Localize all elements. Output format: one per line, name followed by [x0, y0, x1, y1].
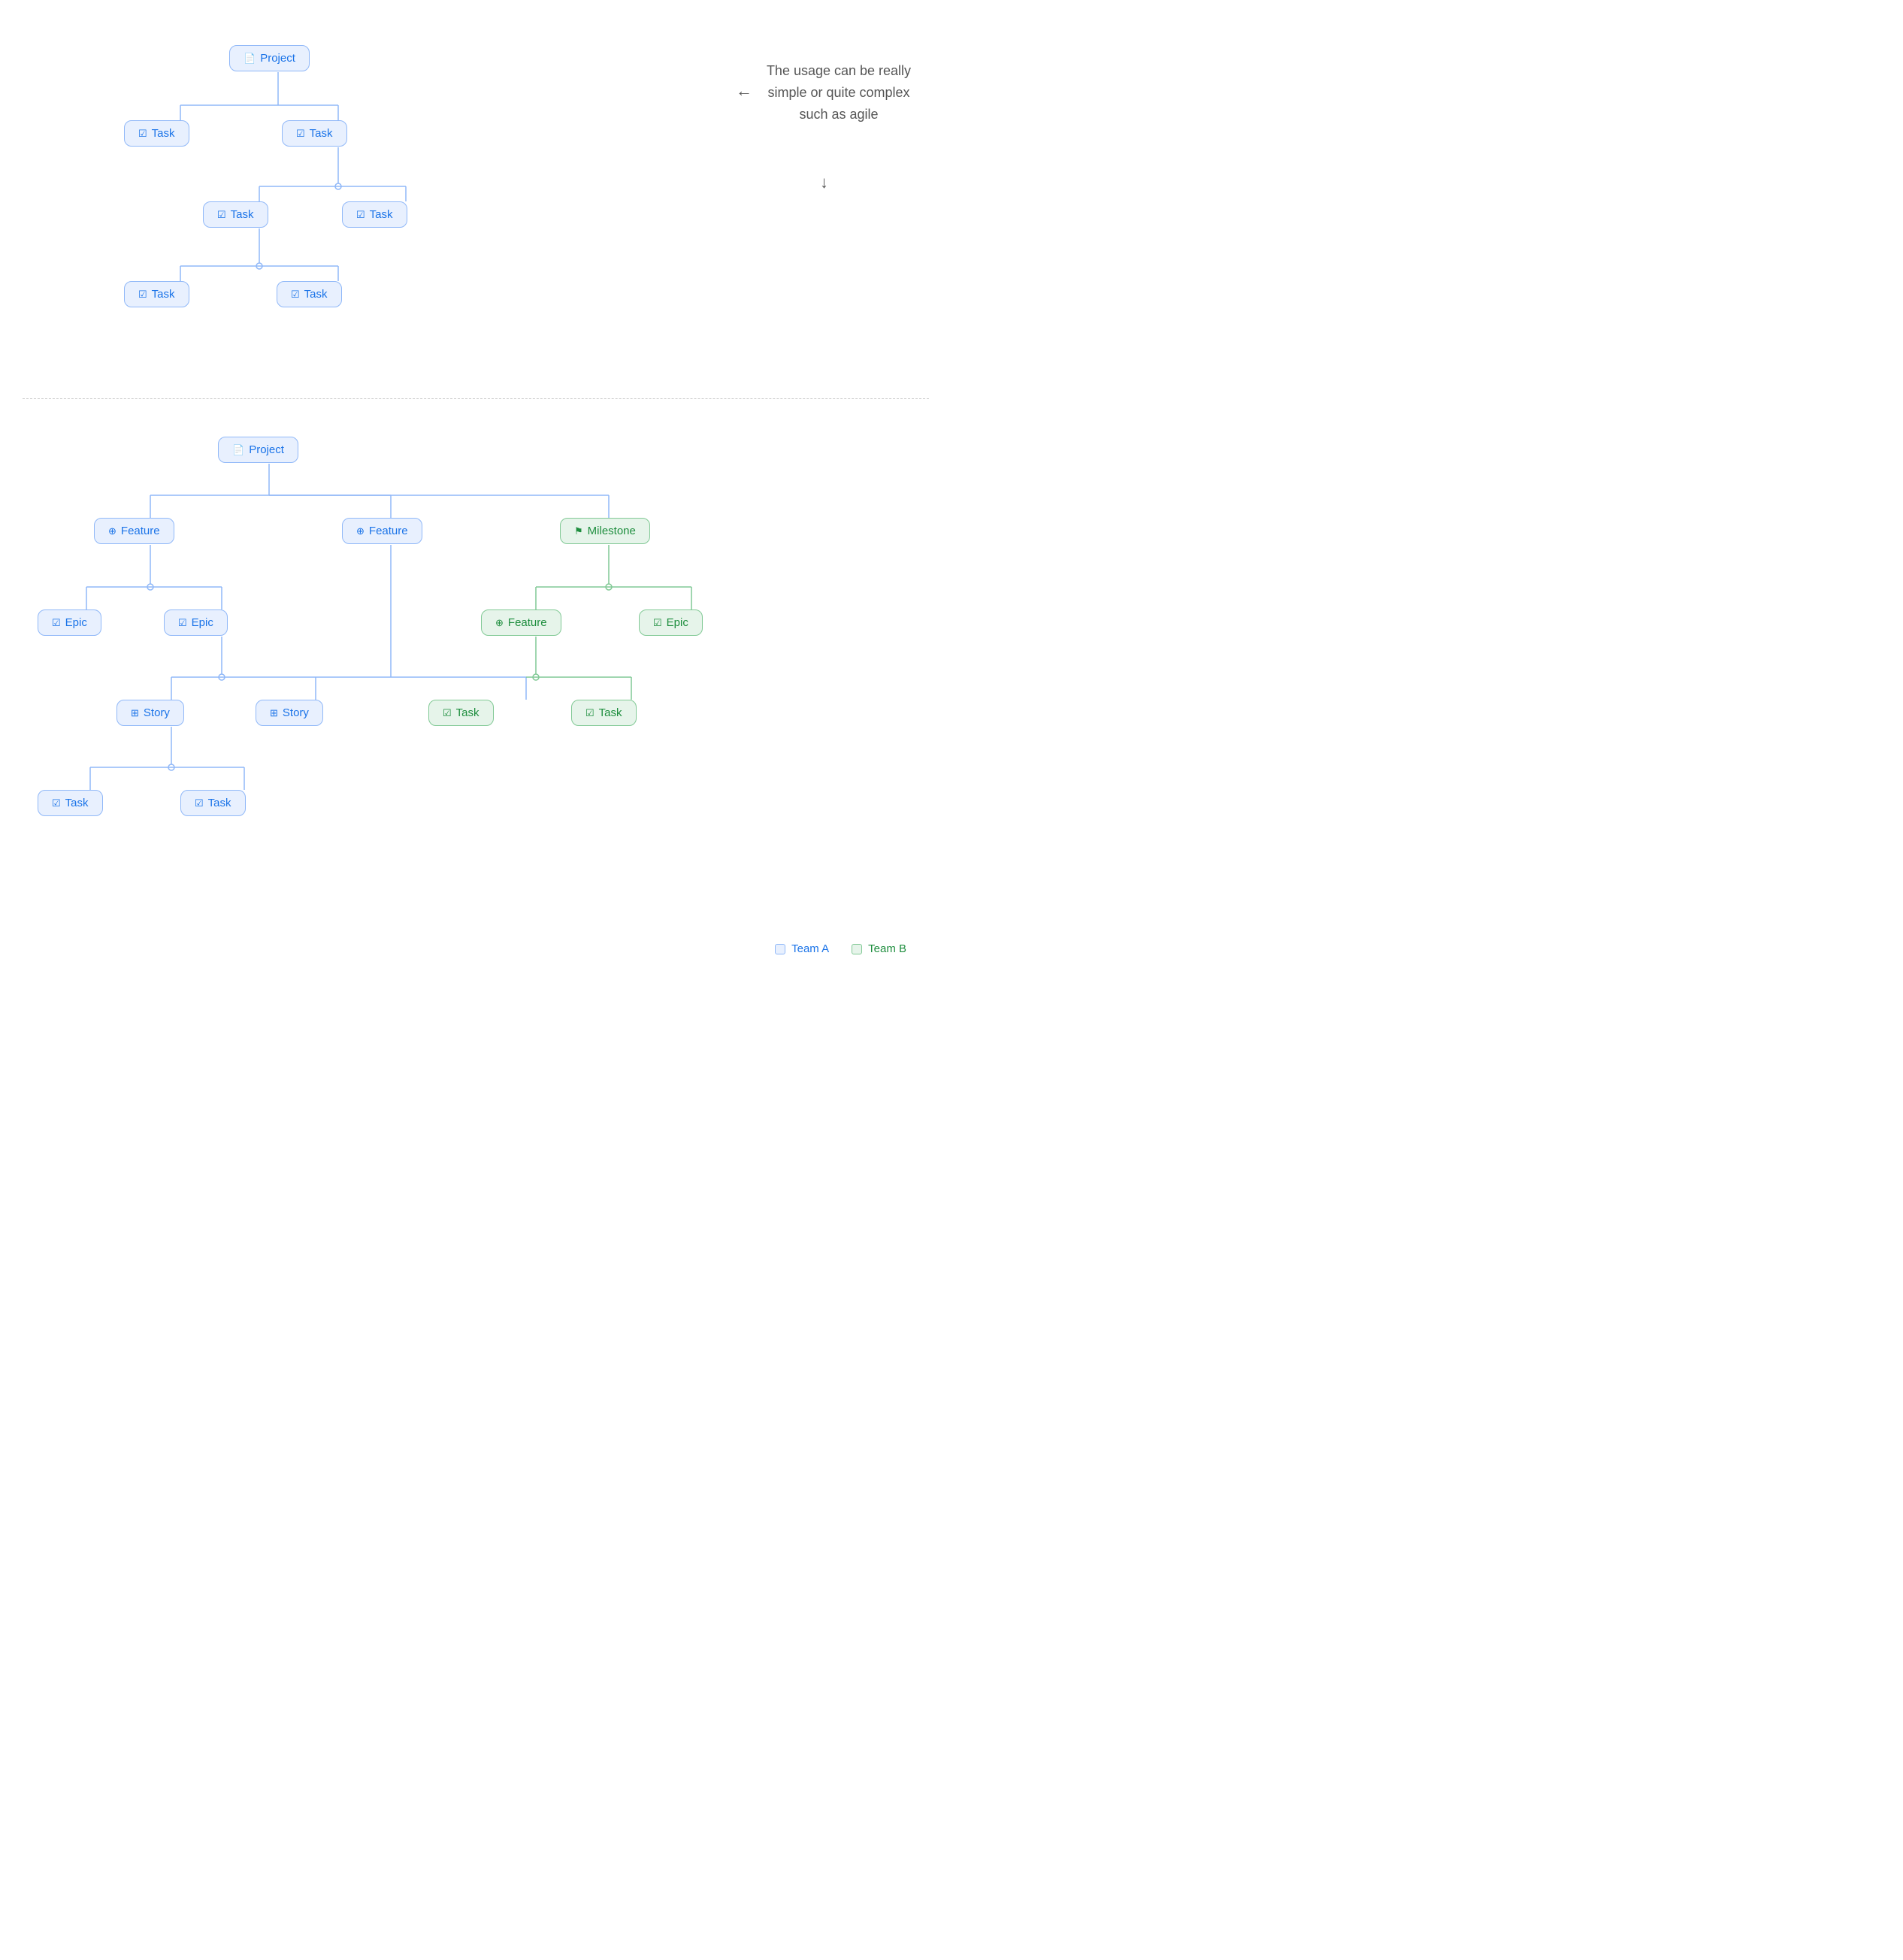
- project-label-1: Project: [260, 52, 295, 65]
- story1-label: Story: [144, 706, 170, 719]
- epic1-label: Epic: [65, 616, 87, 629]
- legend-dot-blue: [775, 944, 785, 954]
- task-icon-1-5: ☑: [138, 289, 147, 301]
- story1-icon: ⊞: [131, 707, 139, 719]
- task-label-1-6: Task: [304, 288, 328, 301]
- legend-team-a: Team A: [775, 942, 829, 955]
- node-story1[interactable]: ⊞ Story: [116, 700, 184, 726]
- node-epic1[interactable]: ☑ Epic: [38, 609, 101, 636]
- node-task1-3[interactable]: ☑ Task: [203, 201, 268, 228]
- feature3-icon: ⊕: [495, 617, 504, 629]
- task-green2-label: Task: [599, 706, 622, 719]
- feature1-label: Feature: [121, 525, 160, 537]
- node-task-b2[interactable]: ☑ Task: [180, 790, 246, 816]
- node-task1-2[interactable]: ☑ Task: [282, 120, 347, 147]
- task-label-1-5: Task: [152, 288, 175, 301]
- node-feature1[interactable]: ⊕ Feature: [94, 518, 174, 544]
- task-label-1-4: Task: [370, 208, 393, 221]
- node-project-2[interactable]: 📄 Project: [218, 437, 298, 463]
- annotation-label: The usage can be really simple or quite …: [767, 63, 911, 122]
- section2-connectors: [0, 407, 952, 978]
- feature1-icon: ⊕: [108, 525, 116, 537]
- task-b1-icon: ☑: [52, 797, 61, 809]
- node-epic3[interactable]: ☑ Epic: [639, 609, 703, 636]
- annotation-text: The usage can be really simple or quite …: [756, 60, 921, 125]
- section-divider: [23, 398, 929, 399]
- legend-team-b: Team B: [852, 942, 906, 955]
- section1: The usage can be really simple or quite …: [0, 0, 952, 398]
- milestone-icon: ⚑: [574, 525, 583, 537]
- arrow-down-icon: ↓: [820, 173, 828, 192]
- legend-team-b-label: Team B: [868, 942, 906, 955]
- node-project-1[interactable]: 📄 Project: [229, 45, 310, 71]
- node-story2[interactable]: ⊞ Story: [256, 700, 323, 726]
- node-feature3[interactable]: ⊕ Feature: [481, 609, 561, 636]
- node-feature2[interactable]: ⊕ Feature: [342, 518, 422, 544]
- legend: Team A Team B: [775, 942, 906, 955]
- task-green1-label: Task: [456, 706, 480, 719]
- legend-team-a-label: Team A: [791, 942, 829, 955]
- node-milestone[interactable]: ⚑ Milestone: [560, 518, 650, 544]
- node-task1-5[interactable]: ☑ Task: [124, 281, 189, 307]
- epic2-label: Epic: [192, 616, 213, 629]
- project-icon-1: 📄: [244, 53, 256, 65]
- legend-dot-green: [852, 944, 862, 954]
- task-icon-1-3: ☑: [217, 209, 226, 221]
- epic3-icon: ☑: [653, 617, 662, 629]
- task-b2-icon: ☑: [195, 797, 204, 809]
- node-task1-6[interactable]: ☑ Task: [277, 281, 342, 307]
- milestone-label: Milestone: [588, 525, 636, 537]
- story2-label: Story: [283, 706, 309, 719]
- task-icon-1-2: ☑: [296, 128, 305, 140]
- task-icon-1-6: ☑: [291, 289, 300, 301]
- node-task-green1[interactable]: ☑ Task: [428, 700, 494, 726]
- task-icon-1-4: ☑: [356, 209, 365, 221]
- section2: 📄 Project ⊕ Feature ⊕ Feature ⚑ Mileston…: [0, 407, 952, 978]
- arrow-left-icon: ←: [736, 81, 752, 101]
- task-b1-label: Task: [65, 797, 89, 809]
- epic3-label: Epic: [667, 616, 688, 629]
- task-label-1-3: Task: [231, 208, 254, 221]
- node-task-b1[interactable]: ☑ Task: [38, 790, 103, 816]
- story2-icon: ⊞: [270, 707, 278, 719]
- feature3-label: Feature: [508, 616, 547, 629]
- task-green2-icon: ☑: [585, 707, 594, 719]
- task-icon-1-1: ☑: [138, 128, 147, 140]
- node-task-green2[interactable]: ☑ Task: [571, 700, 637, 726]
- task-label-1-2: Task: [310, 127, 333, 140]
- node-task1-4[interactable]: ☑ Task: [342, 201, 407, 228]
- feature2-label: Feature: [369, 525, 408, 537]
- node-epic2[interactable]: ☑ Epic: [164, 609, 228, 636]
- task-green1-icon: ☑: [443, 707, 452, 719]
- project-label-2: Project: [249, 443, 284, 456]
- epic1-icon: ☑: [52, 617, 61, 629]
- feature2-icon: ⊕: [356, 525, 365, 537]
- task-label-1-1: Task: [152, 127, 175, 140]
- task-b2-label: Task: [208, 797, 231, 809]
- epic2-icon: ☑: [178, 617, 187, 629]
- node-task1-1[interactable]: ☑ Task: [124, 120, 189, 147]
- project-icon-2: 📄: [232, 444, 244, 456]
